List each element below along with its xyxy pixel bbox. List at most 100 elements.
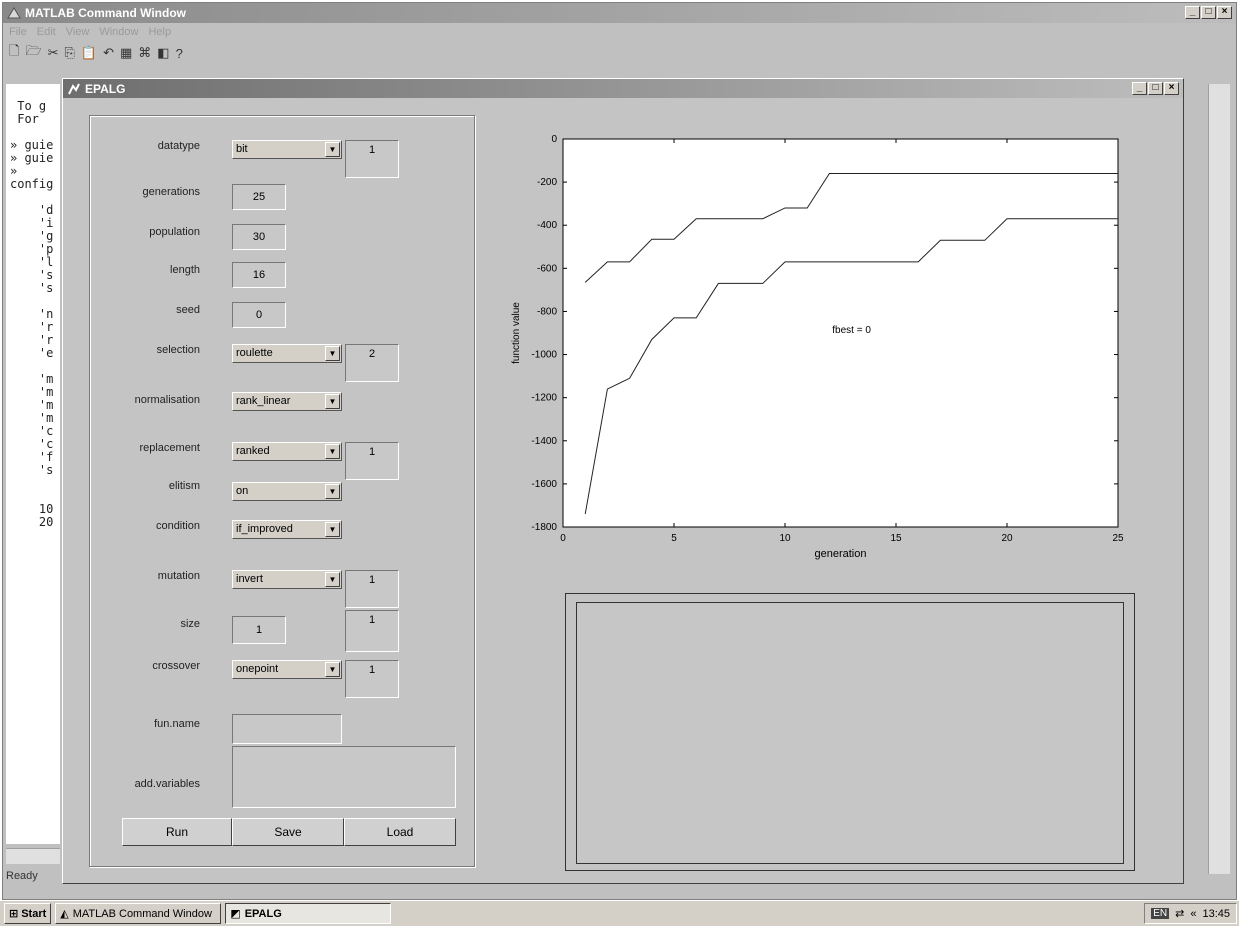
chevron-down-icon: ▼ bbox=[325, 522, 340, 537]
y-tick-label: -1400 bbox=[531, 436, 557, 447]
menu-view[interactable]: View bbox=[66, 26, 90, 38]
close-button[interactable]: × bbox=[1217, 6, 1232, 19]
menu-file[interactable]: File bbox=[9, 26, 27, 38]
chevron-down-icon: ▼ bbox=[325, 394, 340, 409]
language-indicator[interactable]: EN bbox=[1151, 908, 1170, 919]
datatype-label: datatype bbox=[157, 140, 200, 152]
normalisation-select[interactable]: rank_linear ▼ bbox=[232, 392, 342, 411]
epalg-title-bar[interactable]: EPALG _ □ × bbox=[63, 79, 1183, 98]
x-tick-label: 20 bbox=[1001, 533, 1013, 544]
selection-value: roulette bbox=[236, 347, 273, 359]
load-button[interactable]: Load bbox=[344, 818, 456, 846]
paste-icon[interactable]: 📋 bbox=[81, 45, 97, 61]
vertical-scrollbar[interactable] bbox=[1208, 84, 1230, 874]
size-field[interactable]: 1 bbox=[232, 616, 286, 644]
chevron-down-icon: ▼ bbox=[325, 444, 340, 459]
maximize-button[interactable]: □ bbox=[1201, 6, 1216, 19]
crossover-value: onepoint bbox=[236, 663, 279, 675]
command-line: For bbox=[10, 112, 39, 126]
fun-name-label: fun.name bbox=[154, 718, 200, 730]
menu-window[interactable]: Window bbox=[99, 26, 138, 38]
mutation-label: mutation bbox=[157, 570, 200, 582]
undo-icon[interactable]: ↶ bbox=[103, 45, 114, 61]
generations-field[interactable]: 25 bbox=[232, 184, 286, 210]
replacement-param-field[interactable]: 1 bbox=[345, 442, 399, 480]
command-text-area[interactable]: To g For » guie» guie» config 'd 'i 'g 'p… bbox=[6, 84, 60, 844]
selection-param-field[interactable]: 2 bbox=[345, 344, 399, 382]
new-file-icon[interactable]: 🗋 bbox=[9, 42, 19, 64]
windows-logo-icon: ⊞ bbox=[9, 908, 19, 920]
status-bar-text: Ready bbox=[6, 870, 38, 882]
y-tick-label: -400 bbox=[537, 220, 557, 231]
y-tick-label: -1800 bbox=[531, 522, 557, 533]
size-param-field[interactable]: 1 bbox=[345, 610, 399, 652]
mutation-select[interactable]: invert ▼ bbox=[232, 570, 342, 589]
system-tray: EN ⇄ « 13:45 bbox=[1144, 903, 1237, 924]
clock: 13:45 bbox=[1202, 907, 1230, 920]
seed-field[interactable]: 0 bbox=[232, 302, 286, 328]
fun-name-field[interactable] bbox=[232, 714, 342, 744]
y-tick-label: 0 bbox=[551, 134, 557, 145]
network-icon[interactable]: ⇄ bbox=[1175, 907, 1184, 920]
condition-label: condition bbox=[155, 520, 200, 532]
length-field[interactable]: 16 bbox=[232, 262, 286, 288]
datatype-param-field[interactable]: 1 bbox=[345, 140, 399, 178]
replacement-label: replacement bbox=[139, 442, 200, 454]
matlab-menu-bar: File Edit View Window Help bbox=[3, 23, 1236, 41]
add-variables-field[interactable] bbox=[232, 746, 456, 808]
epalg-window: EPALG _ □ × datatype bit ▼ 1 generations… bbox=[62, 78, 1184, 884]
fitness-plot-svg: 0 5 10 15 20 25 0 -200 -400 -600 -800 -1000 -1200 -14… bbox=[511, 134, 1124, 560]
copy-icon[interactable]: ⎘ bbox=[64, 45, 74, 61]
minimize-button[interactable]: _ bbox=[1185, 6, 1200, 19]
elitism-value: on bbox=[236, 485, 249, 497]
cut-icon[interactable]: ✂ bbox=[48, 45, 59, 61]
x-tick-label: 10 bbox=[779, 533, 791, 544]
selection-select[interactable]: roulette ▼ bbox=[232, 344, 342, 363]
chevron-down-icon: ▼ bbox=[325, 572, 340, 587]
fbest-annotation: fbest = 0 bbox=[832, 325, 871, 336]
crossover-select[interactable]: onepoint ▼ bbox=[232, 660, 342, 679]
x-tick-label: 5 bbox=[671, 533, 677, 544]
start-button[interactable]: ⊞ Start bbox=[4, 903, 52, 924]
volume-icon[interactable]: « bbox=[1190, 908, 1196, 920]
crossover-label: crossover bbox=[152, 660, 200, 672]
generations-label: generations bbox=[142, 186, 201, 198]
replacement-select[interactable]: ranked ▼ bbox=[232, 442, 342, 461]
open-folder-icon[interactable]: 🗁 bbox=[25, 42, 41, 64]
command-line: 20 bbox=[10, 515, 54, 529]
epalg-maximize-button[interactable]: □ bbox=[1148, 82, 1163, 95]
normalisation-label: normalisation bbox=[134, 394, 200, 406]
output-listbox[interactable] bbox=[576, 602, 1124, 864]
help-icon[interactable]: ? bbox=[176, 46, 183, 61]
taskbar-item-matlab[interactable]: ◭ MATLAB Command Window bbox=[55, 903, 222, 924]
condition-select[interactable]: if_improved ▼ bbox=[232, 520, 342, 539]
population-field[interactable]: 30 bbox=[232, 224, 286, 250]
mutation-value: invert bbox=[236, 573, 263, 585]
epalg-minimize-button[interactable]: _ bbox=[1132, 82, 1147, 95]
horizontal-scrollbar[interactable] bbox=[6, 848, 60, 864]
crossover-param-field[interactable]: 1 bbox=[345, 660, 399, 698]
menu-edit[interactable]: Edit bbox=[37, 26, 56, 38]
datatype-select[interactable]: bit ▼ bbox=[232, 140, 342, 159]
condition-value: if_improved bbox=[236, 523, 293, 535]
mutation-param-field[interactable]: 1 bbox=[345, 570, 399, 608]
seed-label: seed bbox=[176, 304, 200, 316]
epalg-close-button[interactable]: × bbox=[1164, 82, 1179, 95]
menu-help[interactable]: Help bbox=[148, 26, 171, 38]
figure-icon: ◩ bbox=[230, 908, 241, 920]
replacement-value: ranked bbox=[236, 445, 270, 457]
elitism-select[interactable]: on ▼ bbox=[232, 482, 342, 501]
y-tick-label: -200 bbox=[537, 177, 557, 188]
save-button[interactable]: Save bbox=[232, 818, 344, 846]
matlab-toolbar: 🗋 🗁 ✂ ⎘ 📋 ↶ ▦ ⌘ ◧ ? bbox=[3, 41, 1236, 65]
matlab-title-bar[interactable]: MATLAB Command Window _ □ × bbox=[3, 3, 1236, 23]
path-icon[interactable]: ⌘ bbox=[138, 45, 151, 61]
selection-label: selection bbox=[156, 344, 200, 356]
y-tick-label: -600 bbox=[537, 263, 557, 274]
run-button[interactable]: Run bbox=[122, 818, 232, 846]
simulink-icon[interactable]: ◧ bbox=[157, 45, 169, 61]
command-line: » guie bbox=[10, 151, 54, 165]
taskbar-item-epalg[interactable]: ◩ EPALG bbox=[225, 903, 392, 924]
workspace-icon[interactable]: ▦ bbox=[120, 45, 132, 61]
taskbar-item-epalg-label: EPALG bbox=[244, 907, 282, 920]
